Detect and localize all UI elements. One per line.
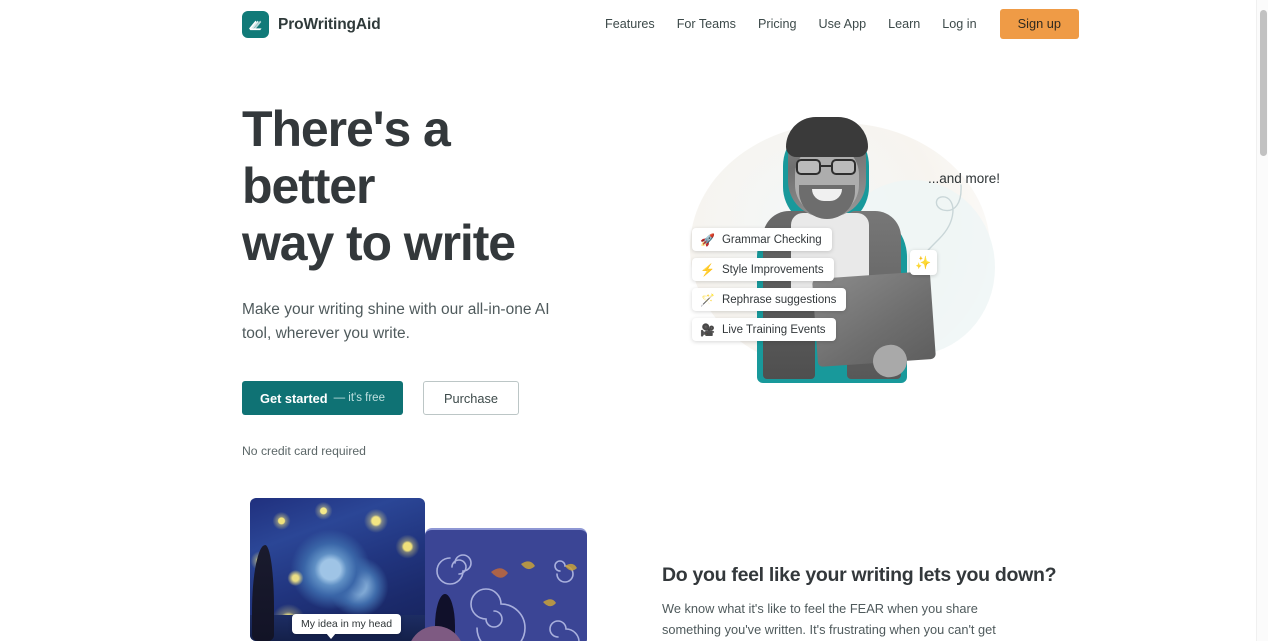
section2-title: Do you feel like your writing lets you d… — [662, 564, 1057, 586]
lightning-icon: ⚡ — [700, 262, 715, 277]
section2-text-block: Do you feel like your writing lets you d… — [662, 562, 1057, 641]
page-scrollbar[interactable] — [1256, 0, 1268, 641]
nav-item-for-teams[interactable]: For Teams — [666, 12, 747, 37]
feature-pill-label: Rephrase suggestions — [721, 293, 837, 306]
hero-title: There's a better way to write — [242, 101, 516, 271]
nav-item-log-in[interactable]: Log in — [931, 12, 987, 37]
get-started-free-label: — it's free — [333, 392, 385, 404]
glasses-icon — [795, 159, 859, 175]
hair — [786, 117, 868, 157]
sign-up-button[interactable]: Sign up — [999, 8, 1080, 40]
feature-pill-list: 🚀 Grammar Checking ⚡ Style Improvements … — [692, 228, 847, 341]
no-credit-card-note: No credit card required — [242, 444, 366, 458]
feature-pill-live-training-events[interactable]: 🎥 Live Training Events — [692, 318, 836, 341]
movie-camera-icon: 🎥 — [700, 322, 715, 337]
purchase-button[interactable]: Purchase — [422, 381, 520, 415]
and-more-label: ...and more! — [928, 171, 1001, 186]
nav-item-features[interactable]: Features — [596, 12, 666, 37]
hero-cta-group: Get started — it's free Purchase — [242, 381, 592, 415]
brand-logo[interactable]: ProWritingAid — [242, 11, 381, 38]
feature-pill-label: Style Improvements — [721, 263, 824, 276]
hero-illustration: 🚀 Grammar Checking ⚡ Style Improvements … — [660, 95, 1020, 385]
site-header: ProWritingAid Features For Teams Pricing… — [0, 0, 1256, 48]
nav-item-pricing[interactable]: Pricing — [747, 12, 808, 37]
section2-body: We know what it's like to feel the FEAR … — [662, 601, 996, 637]
nav-item-learn[interactable]: Learn — [877, 12, 931, 37]
primary-nav: Features For Teams Pricing Use App Learn… — [596, 8, 1080, 40]
feature-pill-grammar-checking[interactable]: 🚀 Grammar Checking — [692, 228, 832, 251]
feature-pill-rephrase-suggestions[interactable]: 🪄 Rephrase suggestions — [692, 288, 847, 311]
feature-pill-style-improvements[interactable]: ⚡ Style Improvements — [692, 258, 834, 281]
painting-cypress-tree — [252, 545, 274, 641]
brand-name: ProWritingAid — [278, 15, 381, 33]
get-started-label: Get started — [260, 390, 328, 406]
hero-text-block: There's a better way to write Make your … — [242, 101, 592, 458]
magic-wand-icon: 🪄 — [700, 292, 715, 307]
simplified-starry-night-card — [425, 528, 587, 641]
feature-pill-label: Live Training Events — [721, 323, 826, 336]
book-pen-logo-icon — [242, 11, 269, 38]
scrollbar-thumb[interactable] — [1260, 10, 1267, 156]
hero-subtitle: Make your writing shine with our all-in-… — [242, 301, 550, 342]
page-root: ProWritingAid Features For Teams Pricing… — [0, 0, 1268, 641]
nav-item-use-app[interactable]: Use App — [807, 12, 877, 37]
rocket-icon: 🚀 — [700, 232, 715, 247]
idea-in-my-head-label: My idea in my head — [292, 614, 402, 639]
feature-pill-label: Grammar Checking — [721, 233, 822, 246]
section2-illustration: My idea in my head — [250, 498, 590, 641]
sparkles-icon: ✨ — [910, 250, 937, 275]
get-started-button[interactable]: Get started — it's free — [242, 381, 403, 415]
